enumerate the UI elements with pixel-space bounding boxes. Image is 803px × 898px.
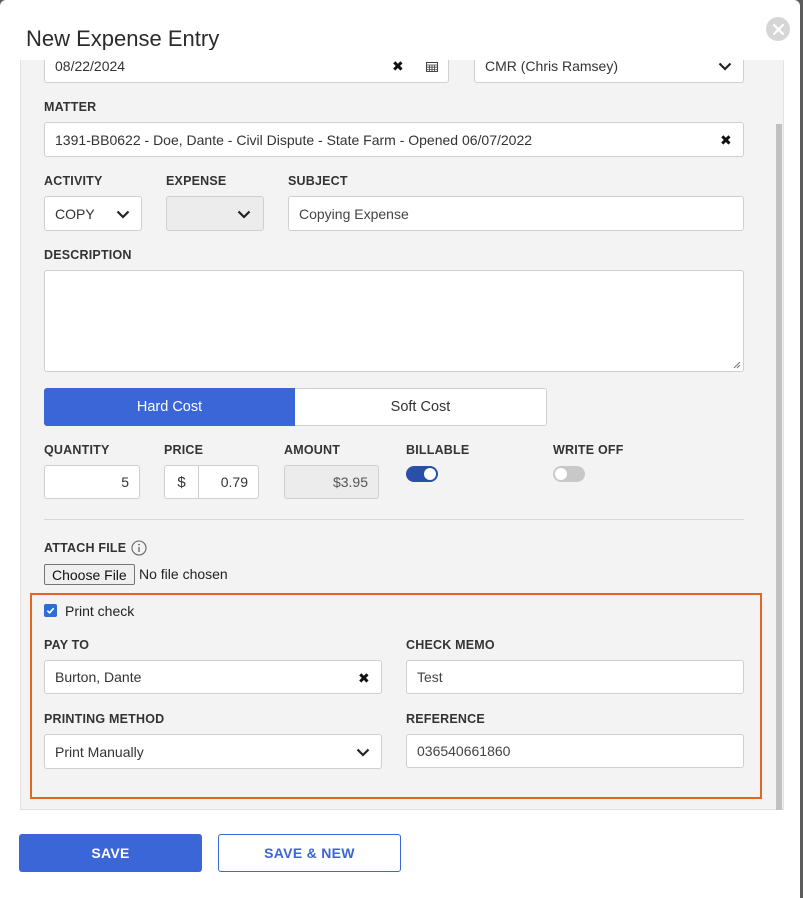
reference-value: 036540661860 (417, 743, 511, 759)
chevron-down-icon (116, 210, 130, 219)
expense-modal: New Expense Entry 08/22/2024 ✖ CMR (Chri… (0, 0, 800, 898)
reference-input[interactable]: 036540661860 (406, 734, 744, 768)
description-label: DESCRIPTION (44, 248, 132, 262)
check-memo-value: Test (417, 669, 443, 685)
activity-label: ACTIVITY (44, 174, 103, 188)
attach-file-label: ATTACH FILE (44, 541, 127, 555)
hard-cost-toggle[interactable]: Hard Cost (44, 388, 295, 426)
clear-pay-to-icon[interactable]: ✖ (358, 670, 370, 687)
pay-to-label: PAY TO (44, 638, 90, 652)
scrollbar-thumb[interactable] (776, 124, 782, 810)
write-off-switch[interactable] (553, 466, 585, 482)
pay-to-value: Burton, Dante (55, 669, 142, 685)
choose-file-button[interactable]: Choose File (44, 564, 135, 585)
quantity-label: QUANTITY (44, 443, 110, 457)
printing-method-label: PRINTING METHOD (44, 712, 165, 726)
calendar-icon[interactable] (426, 61, 438, 72)
print-check-checkbox[interactable] (44, 604, 57, 617)
section-divider (44, 519, 744, 520)
chevron-down-icon (237, 210, 251, 219)
user-value: CMR (Chris Ramsey) (485, 58, 618, 74)
save-button[interactable]: SAVE (19, 834, 202, 872)
chevron-down-icon (356, 748, 370, 757)
currency-addon: $ (164, 465, 199, 499)
switch-knob (424, 468, 436, 480)
file-status: No file chosen (139, 566, 228, 582)
billable-switch[interactable] (406, 466, 438, 482)
price-label: PRICE (164, 443, 204, 457)
amount-label: AMOUNT (284, 443, 341, 457)
write-off-label: WRITE OFF (553, 443, 624, 457)
check-memo-input[interactable]: Test (406, 660, 744, 694)
modal-title: New Expense Entry (26, 26, 220, 51)
clear-date-icon[interactable]: ✖ (392, 58, 404, 75)
check-memo-label: CHECK MEMO (406, 638, 495, 652)
amount-value: $3.95 (332, 474, 368, 490)
info-icon[interactable] (131, 540, 147, 556)
reference-label: REFERENCE (406, 712, 485, 726)
matter-value: 1391-BB0622 - Doe, Dante - Civil Dispute… (55, 131, 533, 148)
subject-input[interactable]: Copying Expense (288, 196, 744, 231)
chevron-down-icon (718, 62, 732, 71)
soft-cost-toggle[interactable]: Soft Cost (295, 388, 547, 426)
currency-symbol: $ (177, 473, 186, 491)
printing-method-select[interactable]: Print Manually (44, 734, 382, 769)
billable-label: BILLABLE (406, 443, 470, 457)
description-textarea[interactable] (44, 270, 744, 372)
price-value: 0.79 (220, 474, 248, 490)
expense-label: EXPENSE (166, 174, 227, 188)
quantity-input[interactable]: 5 (44, 465, 140, 499)
scroll-mask (20, 50, 774, 60)
quantity-value: 5 (121, 474, 129, 490)
clear-matter-icon[interactable]: ✖ (720, 132, 732, 149)
activity-value: COPY (55, 205, 95, 222)
matter-label: MATTER (44, 100, 97, 114)
amount-input: $3.95 (284, 465, 379, 499)
resize-grip-icon[interactable] (733, 361, 741, 369)
date-value: 08/22/2024 (55, 58, 126, 74)
close-icon[interactable] (766, 17, 790, 41)
checkmark-icon (46, 607, 55, 615)
save-and-new-button[interactable]: SAVE & NEW (218, 834, 401, 872)
printing-method-value: Print Manually (55, 743, 144, 760)
price-input[interactable]: 0.79 (198, 465, 259, 499)
subject-label: SUBJECT (288, 174, 348, 188)
switch-knob (555, 468, 567, 480)
matter-input[interactable]: 1391-BB0622 - Doe, Dante - Civil Dispute… (44, 122, 744, 157)
pay-to-input[interactable]: Burton, Dante (44, 660, 382, 694)
subject-value: Copying Expense (299, 205, 409, 222)
print-check-label: Print check (65, 603, 135, 619)
